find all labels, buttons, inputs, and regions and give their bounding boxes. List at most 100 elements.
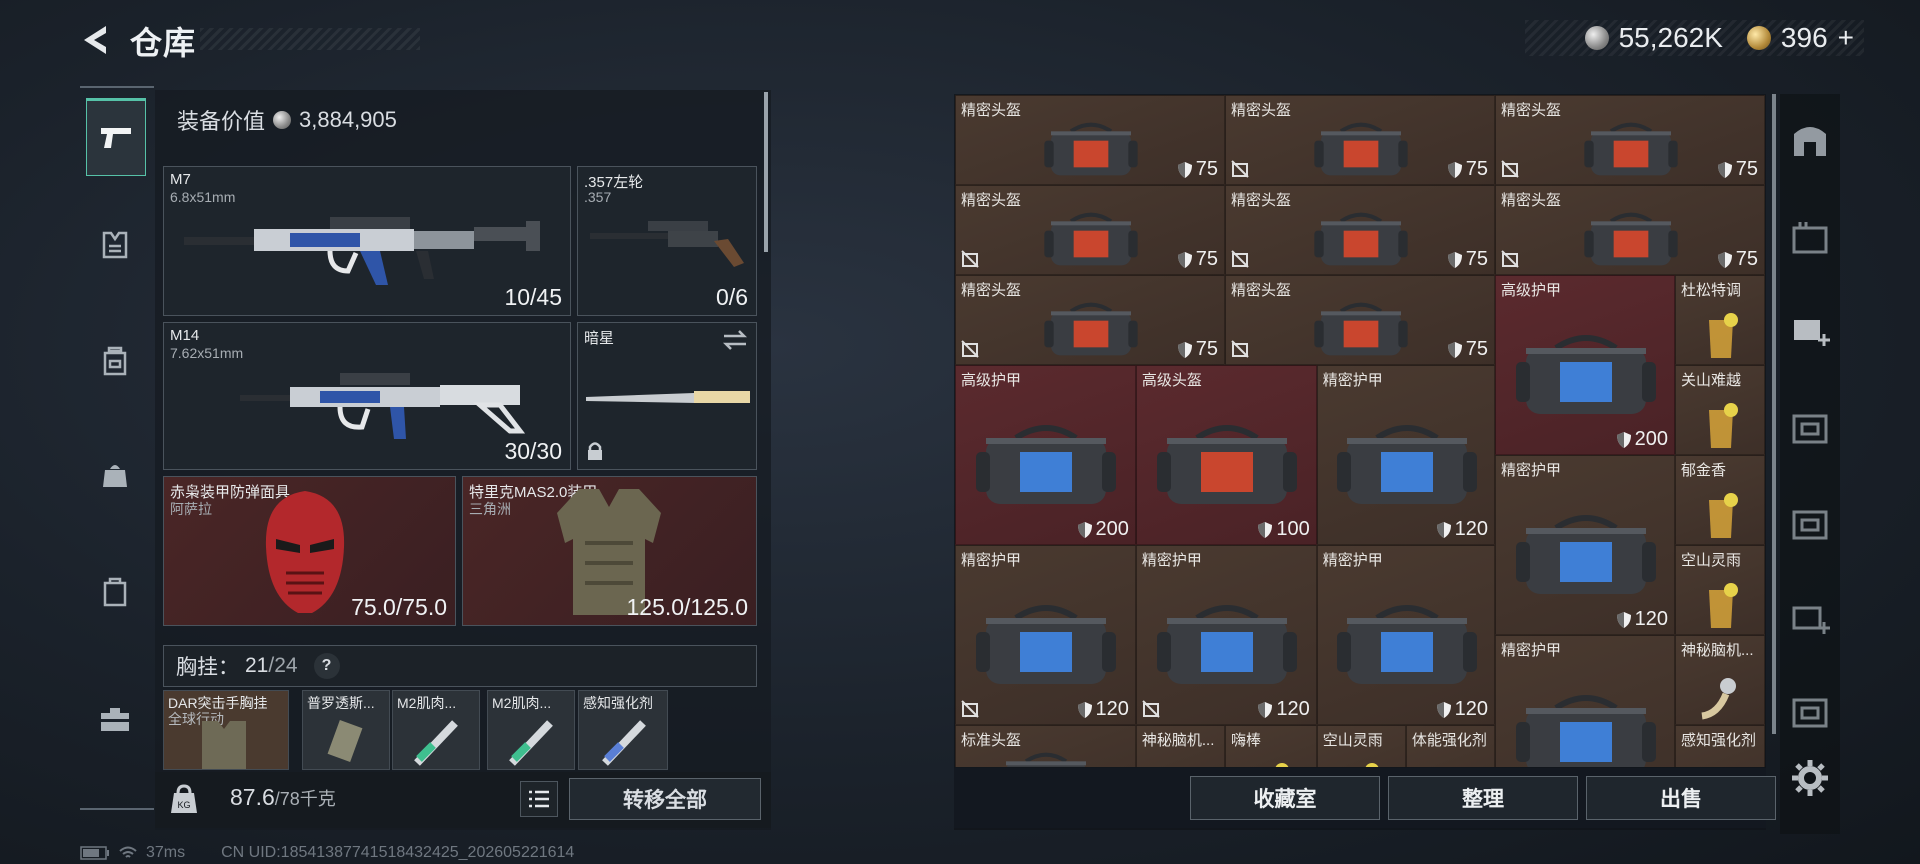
toolbox-icon: [101, 708, 129, 731]
chest-rig-total: /24: [268, 654, 298, 677]
secondary-weapon-slot[interactable]: M14 7.62x51mm 30/30: [163, 322, 571, 470]
cocktail-icon: [1366, 763, 1379, 767]
equipment-scrollbar[interactable]: [764, 92, 768, 252]
inventory-item[interactable]: 精密头盔 75: [1225, 185, 1495, 275]
item-name: 精密护甲: [1501, 462, 1562, 479]
inventory-item[interactable]: 精密头盔 75: [1225, 275, 1495, 365]
item-durability: 200: [1616, 428, 1668, 451]
inventory-item[interactable]: 精密护甲: [1495, 635, 1675, 767]
inventory-item[interactable]: 精密头盔 75: [1495, 95, 1765, 185]
durability-value: 75: [1195, 338, 1218, 360]
pouch-item[interactable]: M2肌肉...: [392, 690, 480, 770]
storage-3-icon[interactable]: [1790, 408, 1830, 448]
collection-room-button[interactable]: 收藏室: [1190, 776, 1380, 820]
durability-value: 120: [1276, 698, 1310, 720]
inventory-item[interactable]: 精密护甲 120: [1135, 545, 1317, 725]
helmet-bag-icon: [1314, 122, 1408, 176]
inventory-item[interactable]: 精密头盔 75: [955, 185, 1225, 275]
inventory-item[interactable]: 精密头盔 75: [1225, 95, 1495, 185]
tab-backpacks[interactable]: [86, 324, 144, 398]
tab-cases[interactable]: [86, 554, 144, 628]
chest-rig-slot[interactable]: DAR突击手胸挂 全球行动: [163, 690, 289, 770]
inventory-scrollbar[interactable]: [1772, 94, 1776, 734]
inventory-item[interactable]: 精密头盔 75: [955, 275, 1225, 365]
inventory-item[interactable]: 体能强化剂: [1405, 725, 1495, 767]
durability-value: 75: [1195, 158, 1218, 180]
shield-icon: [1436, 701, 1451, 718]
helmet-slot[interactable]: 赤枭装甲防弹面具 阿萨拉 75.0/75.0: [163, 476, 456, 626]
add-storage-2-icon[interactable]: [1790, 598, 1830, 638]
item-durability: 75: [1717, 248, 1758, 271]
storage-5-icon[interactable]: [1790, 692, 1830, 732]
helmet-bag-icon: [1584, 122, 1678, 176]
syringe-icon: [414, 720, 458, 766]
melee-slot[interactable]: 暗星: [577, 322, 757, 470]
inventory-item[interactable]: 精密护甲 120: [1316, 545, 1495, 725]
inventory-item[interactable]: 高级护甲 200: [955, 365, 1136, 545]
inventory-item[interactable]: 精密头盔 75: [955, 95, 1225, 185]
chest-rig-label: 胸挂：: [176, 656, 239, 679]
primary-weapon-slot[interactable]: M7 6.8x51mm 10/45: [163, 166, 571, 316]
inventory-item[interactable]: 嗨棒: [1225, 725, 1317, 767]
pouch-item[interactable]: 普罗透斯...: [302, 690, 390, 770]
sidearm-slot[interactable]: .357左轮 .357 0/6: [577, 166, 757, 316]
sort-button[interactable]: 整理: [1388, 776, 1578, 820]
svg-text:KG: KG: [177, 800, 190, 810]
tab-toolbox[interactable]: [86, 682, 144, 756]
inventory-item[interactable]: 空山灵雨: [1316, 725, 1406, 767]
inventory-item[interactable]: 精密护甲 120: [1495, 455, 1675, 635]
item-durability: 200: [1077, 518, 1129, 541]
inventory-item[interactable]: 精密头盔 75: [1495, 185, 1765, 275]
armor-slot[interactable]: 特里克MAS2.0装甲 三角洲 125.0/125.0: [462, 476, 757, 626]
inventory-item[interactable]: 精密护甲 120: [955, 545, 1136, 725]
back-button[interactable]: [76, 20, 116, 60]
sell-button[interactable]: 出售: [1586, 776, 1776, 820]
inventory-item[interactable]: 高级护甲 200: [1495, 275, 1675, 455]
add-storage-icon[interactable]: [1790, 310, 1830, 350]
inventory-item[interactable]: 关山难越: [1675, 365, 1765, 455]
shield-icon: [1177, 251, 1192, 268]
storage-4-icon[interactable]: [1790, 504, 1830, 544]
cocktail-icon: [1709, 583, 1738, 628]
pouch-item[interactable]: 感知强化剂: [578, 690, 668, 770]
inventory-item[interactable]: 杜松特调: [1675, 275, 1765, 365]
cocktail-icon: [1709, 493, 1738, 538]
inventory-item[interactable]: 精密护甲 120: [1316, 365, 1495, 545]
item-durability: 75: [1447, 248, 1488, 271]
item-name: 关山难越: [1681, 372, 1742, 389]
inventory-item[interactable]: 神秘脑机...: [1675, 635, 1765, 725]
red-mask-icon: [265, 491, 345, 613]
storage-2-icon[interactable]: [1790, 218, 1830, 258]
item-durability: 120: [1436, 518, 1488, 541]
armor-bag-icon: [976, 425, 1117, 504]
settings-gear-icon[interactable]: [1790, 758, 1830, 798]
tab-bags[interactable]: [86, 438, 144, 512]
swap-icon[interactable]: [722, 329, 748, 351]
helmet-bag-icon: [1044, 212, 1138, 266]
inventory-item[interactable]: 郁金香: [1675, 455, 1765, 545]
carry-weight: 87.6/78千克: [230, 784, 336, 811]
item-durability: 75: [1177, 338, 1218, 361]
help-button[interactable]: ?: [313, 653, 340, 679]
shield-icon: [1616, 431, 1631, 448]
silver-currency: 55,262K: [1618, 22, 1723, 53]
durability-value: 120: [1634, 608, 1668, 630]
carry-weight-value: 87.6: [230, 784, 275, 810]
home-storage-icon[interactable]: [1790, 120, 1830, 160]
pouch-item[interactable]: M2肌肉...: [487, 690, 575, 770]
inventory-item[interactable]: 神秘脑机...: [1135, 725, 1225, 767]
armor-bag-icon: [976, 605, 1117, 684]
shield-icon: [1077, 701, 1092, 718]
inventory-item[interactable]: 空山灵雨: [1675, 545, 1765, 635]
transfer-all-button[interactable]: 转移全部: [569, 778, 761, 820]
tab-weapons[interactable]: [86, 98, 146, 176]
add-currency-button[interactable]: +: [1838, 22, 1854, 54]
inventory-item[interactable]: 感知强化剂: [1675, 725, 1765, 767]
list-view-button[interactable]: [520, 781, 558, 817]
stim-pack-icon: [327, 719, 363, 763]
no-insure-icon: [1231, 160, 1249, 178]
tab-rigs[interactable]: [86, 208, 144, 282]
inventory-item[interactable]: 高级头盔 100: [1135, 365, 1317, 545]
no-insure-icon: [1501, 160, 1519, 178]
inventory-item[interactable]: 标准头盔: [955, 725, 1136, 767]
